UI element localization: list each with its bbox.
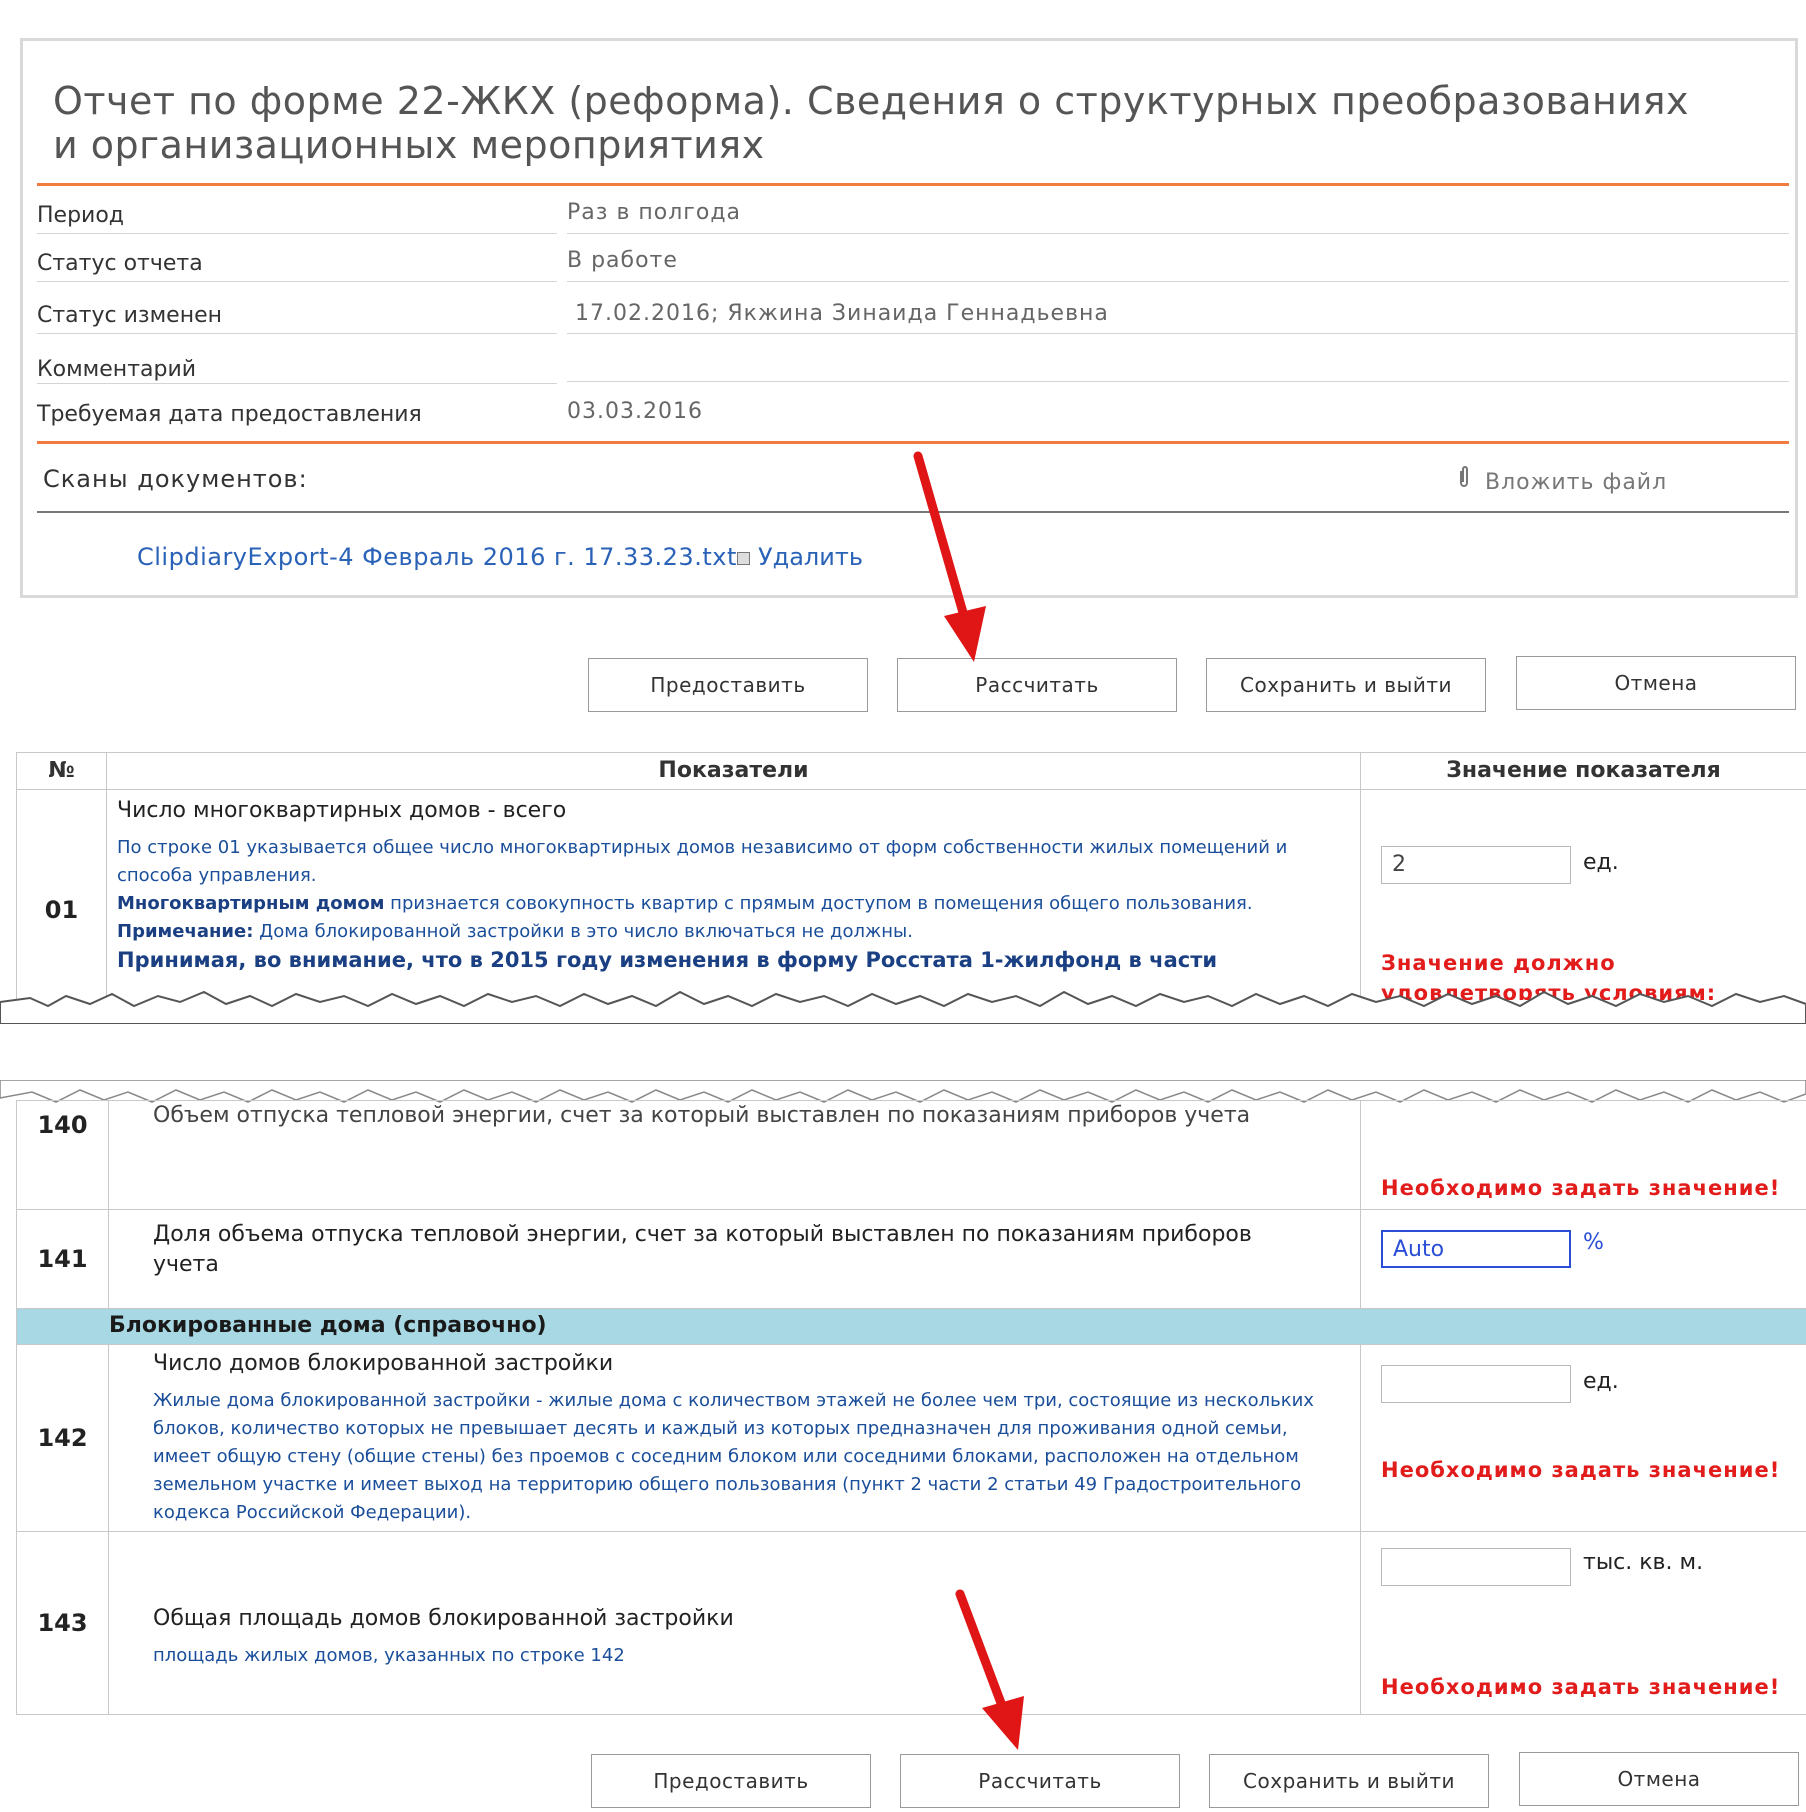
delete-file-link[interactable]: Удалить xyxy=(737,543,863,571)
validation-error: Необходимо задать значение! xyxy=(1381,1458,1781,1482)
indicator-title: Число многоквартирных домов - всего xyxy=(117,798,567,823)
info-label-due-date: Требуемая дата предоставления xyxy=(37,402,422,427)
validation-error: Необходимо задать значение! xyxy=(1381,1675,1781,1699)
info-row-status: Статус отчета В работе xyxy=(37,235,1789,283)
attach-file-link[interactable]: Вложить файл xyxy=(1457,465,1667,495)
value-cell: ед. Необходимо задать значение! xyxy=(1360,1344,1806,1532)
info-label-status: Статус отчета xyxy=(37,235,557,282)
info-value-status: В работе xyxy=(567,235,1789,282)
unit-label: ед. xyxy=(1583,1369,1619,1394)
header-value: Значение показателя xyxy=(1360,752,1806,790)
attach-file-label: Вложить файл xyxy=(1485,470,1668,495)
cancel-button-bottom[interactable]: Отмена xyxy=(1519,1752,1799,1806)
row-num: 143 xyxy=(16,1531,109,1715)
indicator-cell: Число домов блокированной застройки Жилы… xyxy=(108,1344,1361,1532)
row-num: 141 xyxy=(16,1209,109,1309)
value-input[interactable] xyxy=(1381,1365,1571,1403)
indicator-title: Доля объема отпуска тепловой энергии, сч… xyxy=(153,1222,1252,1277)
indicator-cell: Общая площадь домов блокированной застро… xyxy=(108,1531,1361,1715)
red-arrow-top-icon xyxy=(913,451,986,662)
unit-label: % xyxy=(1583,1230,1604,1255)
value-cell: Auto % xyxy=(1360,1209,1806,1309)
value-wrap: ед. Необходимо задать значение! xyxy=(1361,1345,1806,1531)
value-input[interactable] xyxy=(1381,1548,1571,1586)
orange-divider-bottom xyxy=(37,441,1789,444)
attached-file-link[interactable]: ClipdiaryExport-4 Февраль 2016 г. 17.33.… xyxy=(137,543,737,571)
info-value-due-date: 03.03.2016 xyxy=(567,399,703,424)
section-row: Блокированные дома (справочно) xyxy=(16,1308,1806,1345)
header-num: № xyxy=(16,752,107,790)
save-exit-button-top[interactable]: Сохранить и выйти xyxy=(1206,658,1486,712)
info-row-status-changed: Статус изменен 17.02.2016; Якжина Зинаид… xyxy=(37,283,1797,334)
submit-button-top[interactable]: Предоставить xyxy=(588,658,868,712)
table-row: 143 Общая площадь домов блокированной за… xyxy=(16,1531,1806,1715)
unit-label: ед. xyxy=(1583,850,1619,875)
table-header-row: № Показатели Значение показателя xyxy=(16,752,1806,790)
info-value-status-changed: 17.02.2016; Якжина Зинаида Геннадьевна xyxy=(567,283,1797,334)
report-title: Отчет по форме 22-ЖКХ (реформа). Сведени… xyxy=(53,79,1689,167)
submit-button-bottom[interactable]: Предоставить xyxy=(591,1754,871,1808)
indicator-title: Число домов блокированной застройки xyxy=(153,1351,614,1376)
row-num: 142 xyxy=(16,1344,109,1532)
paperclip-icon xyxy=(1457,466,1479,495)
delete-file-label: Удалить xyxy=(758,543,863,571)
table-row: 140 Объем отпуска тепловой энергии, счет… xyxy=(16,1100,1806,1210)
indicator-cell: Объем отпуска тепловой энергии, счет за … xyxy=(108,1100,1361,1210)
indicator-note-bold: Примечание: xyxy=(117,921,254,942)
indicator-desc-bold: Принимая, во внимание, что в 2015 году и… xyxy=(117,948,1218,972)
indicator-desc: площадь жилых домов, указанных по строке… xyxy=(153,1645,625,1666)
unit-label: тыс. кв. м. xyxy=(1583,1550,1704,1575)
red-arrow-bottom-icon xyxy=(955,1589,1024,1750)
calculate-button-bottom[interactable]: Рассчитать xyxy=(900,1754,1180,1808)
value-input[interactable]: 2 xyxy=(1381,846,1571,884)
indicator-desc-text: признается совокупность квартир с прямым… xyxy=(384,893,1253,914)
torn-edge-top xyxy=(0,990,1806,1024)
validation-error: Необходимо задать значение! xyxy=(1381,1176,1781,1200)
value-input-auto[interactable]: Auto xyxy=(1381,1230,1571,1268)
value-wrap: Необходимо задать значение! xyxy=(1361,1101,1806,1209)
row-num: 140 xyxy=(16,1100,109,1210)
info-row-period: Период Раз в полгода xyxy=(37,187,1789,235)
value-cell: тыс. кв. м. Необходимо задать значение! xyxy=(1360,1531,1806,1715)
info-value-period: Раз в полгода xyxy=(567,187,1789,234)
info-value-comment xyxy=(567,335,1789,382)
indicator-desc-text: По строке 01 указывается общее число мно… xyxy=(117,837,1288,886)
info-label-comment: Комментарий xyxy=(37,335,557,384)
cancel-button-top[interactable]: Отмена xyxy=(1516,656,1796,710)
orange-divider-top xyxy=(37,183,1789,186)
scans-label: Сканы документов: xyxy=(43,465,308,493)
value-wrap: Auto % xyxy=(1361,1210,1806,1308)
section-title: Блокированные дома (справочно) xyxy=(16,1308,1806,1345)
info-label-period: Период xyxy=(37,187,557,234)
table-row: 142 Число домов блокированной застройки … xyxy=(16,1344,1806,1532)
indicator-title: Объем отпуска тепловой энергии, счет за … xyxy=(153,1103,1251,1128)
indicator-desc: По строке 01 указывается общее число мно… xyxy=(117,834,1320,976)
info-row-comment: Комментарий xyxy=(37,335,1789,384)
delete-icon xyxy=(737,551,750,565)
info-row-due-date: Требуемая дата предоставления 03.03.2016 xyxy=(37,383,1789,431)
indicator-desc: Жилые дома блокированной застройки - жил… xyxy=(153,1390,1314,1523)
save-exit-button-bottom[interactable]: Сохранить и выйти xyxy=(1209,1754,1489,1808)
value-cell: Необходимо задать значение! xyxy=(1360,1100,1806,1210)
indicator-desc-bold: Многоквартирным домом xyxy=(117,893,385,914)
indicator-cell: Доля объема отпуска тепловой энергии, сч… xyxy=(108,1209,1361,1309)
indicators-table-bottom: 140 Объем отпуска тепловой энергии, счет… xyxy=(16,1100,1806,1715)
info-label-status-changed: Статус изменен xyxy=(37,283,557,334)
table-row: 141 Доля объема отпуска тепловой энергии… xyxy=(16,1209,1806,1309)
header-indicator: Показатели xyxy=(106,752,1361,790)
indicator-title: Общая площадь домов блокированной застро… xyxy=(153,1606,734,1631)
value-wrap: тыс. кв. м. Необходимо задать значение! xyxy=(1361,1532,1806,1714)
indicator-note-text: Дома блокированной застройки в это число… xyxy=(253,921,913,942)
